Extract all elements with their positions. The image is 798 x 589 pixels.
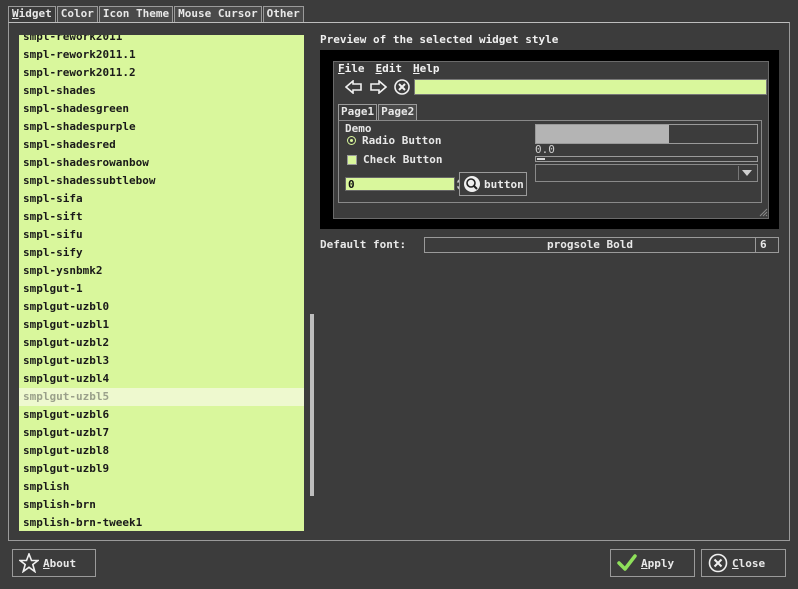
- tab-widget[interactable]: Widget: [8, 6, 56, 23]
- menu-edit[interactable]: Edit: [376, 62, 403, 76]
- tab-icon-theme[interactable]: Icon Theme: [98, 6, 174, 22]
- checkbox-indicator-icon: [347, 154, 357, 165]
- checkmark-icon: [617, 554, 637, 571]
- close-label: Close: [732, 556, 766, 570]
- theme-list-item[interactable]: smplish-brn-tweek1: [19, 514, 304, 531]
- theme-list-item[interactable]: smpl-sift: [19, 208, 304, 226]
- theme-list-item[interactable]: smpl-shadesred: [19, 136, 304, 154]
- close-icon: [708, 553, 728, 573]
- theme-list-item[interactable]: smpl-shadesgreen: [19, 100, 304, 118]
- theme-list-item[interactable]: smpl-rework2011: [19, 35, 304, 46]
- apply-label: Apply: [641, 556, 675, 570]
- theme-list-item[interactable]: smplish-brn: [19, 496, 304, 514]
- menu-help[interactable]: Help: [413, 62, 440, 76]
- preview-tabs: Page1 Page2: [338, 104, 418, 121]
- theme-list-item[interactable]: smplgut-uzbl0: [19, 298, 304, 316]
- theme-list-item[interactable]: smplgut-uzbl4: [19, 370, 304, 388]
- theme-list-item[interactable]: smpl-sify: [19, 244, 304, 262]
- theme-list-item[interactable]: smpl-shadessubtlebow: [19, 172, 304, 190]
- forward-arrow-icon[interactable]: [369, 79, 387, 95]
- menu-file[interactable]: File: [338, 62, 365, 76]
- slider[interactable]: [535, 156, 758, 162]
- about-button[interactable]: About: [12, 549, 96, 577]
- radio-indicator-icon: [347, 136, 356, 145]
- radio-label: Radio Button: [362, 134, 442, 147]
- theme-list-item[interactable]: smpl-shades: [19, 82, 304, 100]
- tab-color[interactable]: Color: [56, 6, 98, 22]
- theme-list-items: smpl-rework2011 smpl-rework2011.1 smpl-rew…: [19, 35, 304, 531]
- theme-list-item[interactable]: smpl-shadesrowanbow: [19, 154, 304, 172]
- spin-entry[interactable]: 0: [345, 177, 455, 191]
- theme-list-scrollbar[interactable]: [310, 314, 314, 496]
- theme-list-item[interactable]: smplgut-1: [19, 280, 304, 298]
- theme-list-item[interactable]: smpl-shadespurple: [19, 118, 304, 136]
- preview-tab-page1[interactable]: Page1: [338, 104, 378, 121]
- progress-bar: [535, 124, 758, 144]
- close-button[interactable]: Close: [701, 549, 786, 577]
- theme-list-item[interactable]: smpl-rework2011.2: [19, 64, 304, 82]
- slider-knob[interactable]: [537, 158, 545, 160]
- notebook-tabs: Widget Color Icon Theme Mouse Cursor Oth…: [8, 6, 305, 23]
- stop-icon[interactable]: [393, 79, 411, 95]
- theme-list-item[interactable]: smpl-sifu: [19, 226, 304, 244]
- theme-list-item[interactable]: smplgut-uzbl3: [19, 352, 304, 370]
- theme-list-item[interactable]: smplgut-uzbl8: [19, 442, 304, 460]
- theme-list-item[interactable]: smplgut-uzbl5: [19, 388, 304, 406]
- about-label: About: [43, 556, 77, 570]
- default-font-label: Default font:: [320, 238, 407, 251]
- theme-list[interactable]: smpl-rework2011 smpl-rework2011.1 smpl-rew…: [19, 35, 304, 531]
- theme-list-item[interactable]: smpl-rework2011.1: [19, 46, 304, 64]
- check-label: Check Button: [363, 153, 443, 166]
- theme-list-item[interactable]: smplgut-uzbl2: [19, 334, 304, 352]
- resize-grip-icon[interactable]: [758, 207, 768, 217]
- back-arrow-icon[interactable]: [345, 79, 363, 95]
- theme-list-item[interactable]: smpl-ysnbmk2: [19, 262, 304, 280]
- tab-mouse-cursor[interactable]: Mouse Cursor: [174, 6, 262, 22]
- font-button[interactable]: progsole Bold 6: [424, 237, 779, 253]
- font-name: progsole Bold: [425, 238, 756, 252]
- progress-fill: [536, 125, 669, 143]
- preview-button[interactable]: button: [459, 172, 527, 196]
- preview-menubar: File Edit Help: [338, 62, 451, 76]
- theme-list-item[interactable]: smplgut-uzbl9: [19, 460, 304, 478]
- theme-list-item[interactable]: smplgut-uzbl7: [19, 424, 304, 442]
- theme-list-item[interactable]: smplgut-uzbl1: [19, 316, 304, 334]
- tab-other[interactable]: Other: [262, 6, 304, 22]
- progress-value: 0.0: [535, 143, 555, 156]
- preview-button-label: button: [484, 177, 524, 191]
- theme-list-item[interactable]: smplgut-uzbl6: [19, 406, 304, 424]
- font-size: 6: [760, 238, 767, 251]
- address-entry[interactable]: [414, 79, 767, 95]
- apply-button[interactable]: Apply: [610, 549, 695, 577]
- radio-button[interactable]: Radio Button: [347, 134, 441, 147]
- theme-list-item[interactable]: smpl-sifa: [19, 190, 304, 208]
- check-button[interactable]: Check Button: [347, 153, 442, 166]
- search-icon: [464, 176, 480, 192]
- chevron-down-icon[interactable]: [738, 166, 755, 180]
- preview-label: Preview of the selected widget style: [320, 33, 559, 46]
- combo-box[interactable]: [535, 164, 758, 182]
- star-icon: [19, 553, 39, 573]
- preview-tab-page2[interactable]: Page2: [378, 104, 418, 120]
- theme-list-item[interactable]: smplish: [19, 478, 304, 496]
